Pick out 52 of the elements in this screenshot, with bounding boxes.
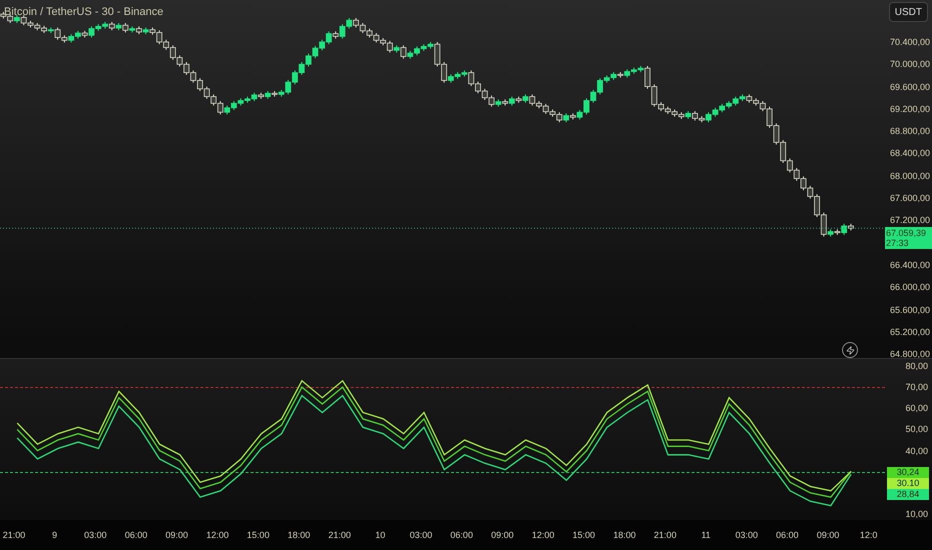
currency-button[interactable]: USDT bbox=[888, 2, 928, 22]
price-axis-label: 67.600,00 bbox=[890, 192, 930, 204]
price-axis-label: 65.200,00 bbox=[890, 326, 930, 338]
price-axis-label: 69.200,00 bbox=[890, 102, 930, 115]
price-axis-label: 70.000,00 bbox=[890, 58, 930, 70]
price-axis-label: 66.000,00 bbox=[890, 281, 930, 294]
price-axis-label: 69.600,00 bbox=[890, 80, 930, 93]
price-axis-label: 70.400,00 bbox=[890, 36, 930, 48]
price-axis-label: 68.800,00 bbox=[890, 125, 930, 138]
price-axis-label: 64.800,00 bbox=[890, 348, 930, 360]
price-axis-label: 66.400,00 bbox=[890, 259, 930, 271]
candlestick bbox=[122, 22, 128, 34]
oscillator-axis-label: 80,00 bbox=[905, 360, 928, 372]
chart-title: Bitcoin / TetherUS - 30 - Binance bbox=[4, 5, 164, 20]
time-axis-label: 12:00 bbox=[206, 529, 229, 541]
time-axis-label: 11 bbox=[701, 529, 711, 541]
oscillator-axis-label: 10,00 bbox=[905, 508, 928, 520]
last-price: 67.059,39 bbox=[886, 228, 928, 238]
candle-countdown: 27:33 bbox=[886, 238, 910, 248]
time-axis-label: 18:00 bbox=[613, 529, 636, 541]
oscillator-axis-label: 70,00 bbox=[905, 381, 928, 394]
time-axis-label: 03:00 bbox=[735, 529, 758, 541]
time-axis-label: 21:00 bbox=[328, 529, 351, 541]
time-axis-label: 12:00 bbox=[532, 529, 554, 541]
time-axis-label: 09:00 bbox=[491, 529, 514, 541]
time-axis-label: 03:00 bbox=[410, 529, 432, 541]
time-axis-label: 09:00 bbox=[166, 529, 188, 541]
oscillator-axis-label: 40,00 bbox=[905, 444, 928, 457]
price-axis-label: 65.600,00 bbox=[890, 304, 930, 316]
time-axis-label: 9 bbox=[52, 529, 58, 541]
time-axis-label: 09:00 bbox=[816, 529, 840, 541]
time-axis-label: 15:00 bbox=[572, 529, 596, 541]
oscillator-axis-label: 60,00 bbox=[905, 402, 928, 414]
time-axis-label: 03:00 bbox=[84, 529, 107, 541]
oscillator-axis-label: 50,00 bbox=[905, 423, 928, 436]
time-axis-label: 06:00 bbox=[124, 529, 148, 541]
time-axis-label: 06:00 bbox=[776, 529, 799, 541]
time-axis-label: 21:00 bbox=[2, 529, 26, 541]
value-tag: 30,24 bbox=[887, 467, 929, 478]
time-axis-label: 15:00 bbox=[246, 529, 270, 541]
time-axis-label: 21:00 bbox=[654, 529, 676, 541]
time-axis-label: 06:00 bbox=[450, 529, 473, 541]
time-axis-label: 18:00 bbox=[288, 529, 310, 541]
time-axis-label: 12:0 bbox=[860, 529, 878, 541]
price-axis-label: 67.200,00 bbox=[890, 214, 930, 226]
candlestick bbox=[841, 223, 848, 236]
price-axis-label: 68.400,00 bbox=[890, 147, 930, 160]
price-axis-label: 68.000,00 bbox=[890, 170, 930, 182]
value-tag: 30.10 bbox=[887, 478, 929, 489]
value-tag: 28,84 bbox=[887, 489, 929, 500]
candlestick bbox=[400, 44, 406, 60]
time-axis-label: 10 bbox=[375, 529, 386, 541]
